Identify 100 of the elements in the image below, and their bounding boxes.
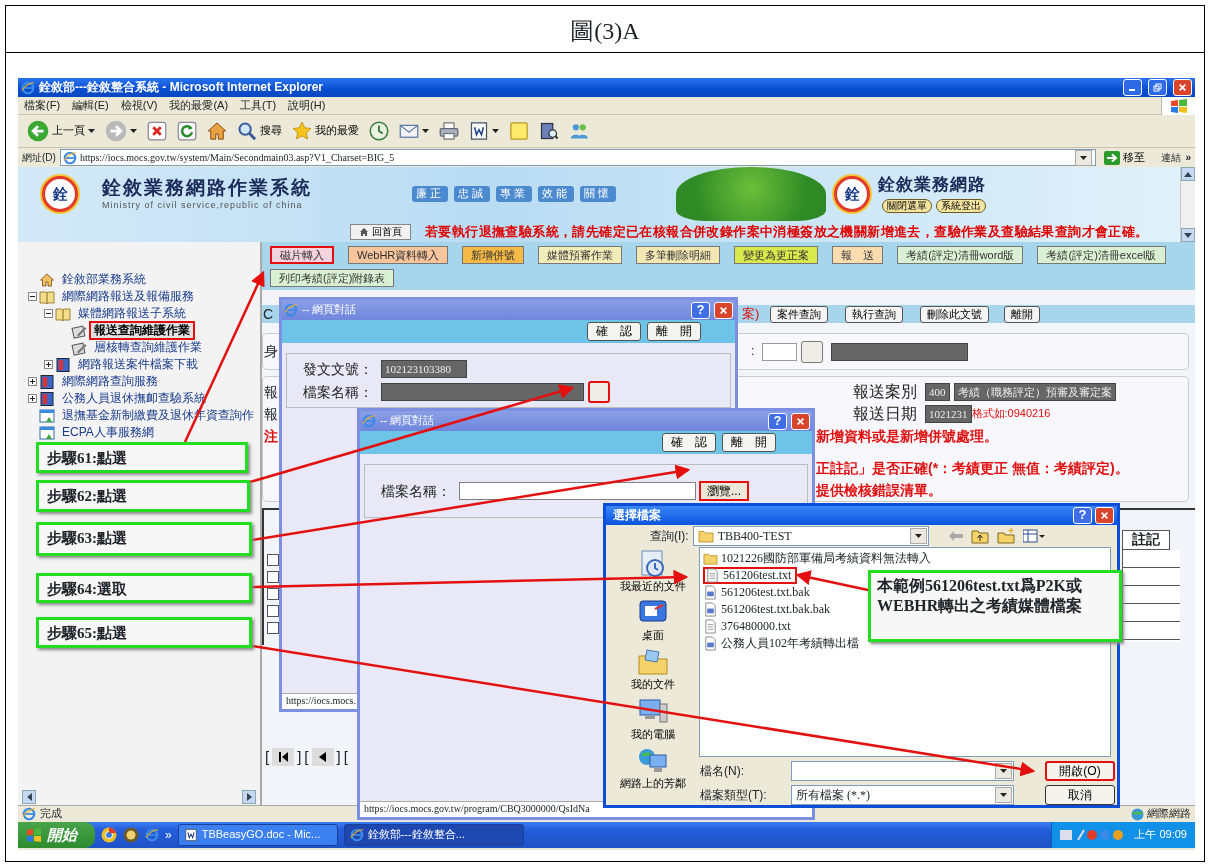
row-checkbox[interactable]: [267, 554, 279, 566]
function-button[interactable]: WebHR資料轉入: [348, 246, 449, 264]
view-menu-icon[interactable]: [1022, 528, 1045, 543]
taskbar-button[interactable]: 銓敘部---銓敘整合...: [343, 824, 524, 846]
file-name-field[interactable]: [791, 761, 1014, 781]
menu-item[interactable]: 說明(H): [282, 98, 332, 113]
file-item[interactable]: 561206test.txt.bak: [703, 584, 814, 601]
cancel-button[interactable]: 取消: [1045, 785, 1115, 805]
confirm-button[interactable]: 確 認: [662, 433, 716, 452]
horizontal-scrollbar[interactable]: [22, 790, 256, 803]
start-button[interactable]: 開始: [18, 822, 95, 848]
function-button[interactable]: 媒體預審作業: [538, 246, 623, 264]
function-button[interactable]: 考績(評定)清冊word版: [897, 246, 1024, 264]
tree-item[interactable]: 網際網路查詢服務: [57, 372, 163, 391]
expand-icon[interactable]: [28, 394, 37, 403]
quick-launch-more[interactable]: »: [165, 827, 172, 843]
file-item[interactable]: 公務人員102年考績轉出檔: [703, 635, 863, 652]
logout-button[interactable]: 系統登出: [936, 199, 986, 214]
open-button[interactable]: 開啟(O): [1045, 761, 1115, 781]
tree-item[interactable]: 層核轉查詢維護作業: [89, 338, 207, 357]
tree-item[interactable]: ECPA人事服務網: [57, 423, 159, 442]
menu-item[interactable]: 我的最愛(A): [163, 98, 235, 113]
dropdown-button[interactable]: [909, 527, 927, 544]
help-button[interactable]: ?: [768, 412, 787, 430]
close-button[interactable]: [1095, 506, 1114, 524]
round-logo-icon[interactable]: [101, 827, 117, 843]
tree-item[interactable]: 銓敘部業務系統: [57, 270, 151, 289]
restore-button[interactable]: [1148, 79, 1167, 96]
help-button[interactable]: ?: [691, 301, 710, 319]
row-checkbox[interactable]: [267, 605, 279, 617]
place-button[interactable]: 網路上的芳鄰: [609, 743, 697, 791]
search-button[interactable]: 搜尋: [234, 119, 285, 143]
vertical-scrollbar[interactable]: [1180, 167, 1195, 242]
action-button[interactable]: 案件查詢: [770, 305, 829, 323]
function-button[interactable]: 考績(評定)清冊excel版: [1037, 246, 1166, 264]
close-button[interactable]: [1173, 79, 1192, 96]
menu-item[interactable]: 工具(T): [234, 98, 283, 113]
favorites-button[interactable]: 我的最愛: [289, 119, 362, 143]
close-menu-button[interactable]: 關閉選單: [882, 199, 932, 214]
browse-button[interactable]: 瀏覽...: [699, 481, 749, 501]
previous-page-icon: [319, 752, 326, 762]
text-field[interactable]: [762, 342, 798, 361]
close-button[interactable]: [791, 412, 810, 430]
close-button[interactable]: [714, 301, 733, 319]
more-links-button[interactable]: »: [1185, 151, 1191, 164]
place-button[interactable]: 我的文件: [609, 645, 697, 693]
file-type-dropdown[interactable]: 所有檔案 (*.*): [791, 785, 1014, 805]
badge-icon[interactable]: [123, 827, 139, 843]
pick-button[interactable]: [801, 340, 824, 363]
dropdown-button[interactable]: [995, 787, 1012, 803]
file-item[interactable]: 376480000.txt: [703, 618, 795, 635]
function-button[interactable]: 變更為更正案: [734, 246, 819, 264]
file-name-field[interactable]: [459, 482, 696, 500]
taskbar-button[interactable]: TBBeasyGO.doc - Mic...: [177, 824, 338, 846]
previous-page-button[interactable]: [311, 748, 334, 766]
address-field[interactable]: https://iocs.mocs.gov.tw/system/Main/Secondmain03.asp?V1_Charset=BIG_5: [59, 149, 1097, 166]
function-button[interactable]: 報 送: [832, 246, 884, 264]
book-icon: [539, 121, 559, 141]
function-button[interactable]: 列印考績(評定)附錄表: [270, 269, 395, 287]
leave-button[interactable]: 離 開: [647, 322, 701, 341]
minimize-button[interactable]: [1123, 79, 1142, 96]
row-checkbox[interactable]: [267, 588, 279, 600]
folder-dropdown[interactable]: TBB400-TEST: [692, 525, 929, 546]
home-page-button[interactable]: 回首頁: [350, 223, 411, 240]
function-button[interactable]: 多筆刪除明細: [636, 246, 721, 264]
function-button[interactable]: 新增併號: [462, 246, 525, 264]
expand-icon[interactable]: [28, 377, 37, 386]
go-button[interactable]: 移至: [1100, 150, 1150, 165]
links-label[interactable]: 連結: [1153, 151, 1182, 164]
up-folder-icon[interactable]: [970, 527, 989, 544]
browser-icon[interactable]: [145, 828, 159, 842]
menu-item[interactable]: 檢視(V): [114, 98, 164, 113]
action-button[interactable]: 刪除此文號: [920, 305, 990, 323]
expand-icon[interactable]: [44, 360, 53, 369]
back-button[interactable]: 上一頁: [24, 118, 98, 144]
tree-item[interactable]: 網路報送案件檔案下載: [73, 355, 203, 374]
help-button[interactable]: ?: [1073, 506, 1092, 524]
first-page-button[interactable]: [272, 748, 295, 766]
row-checkbox[interactable]: [267, 571, 279, 583]
file-item[interactable]: 561206test.txt: [703, 567, 798, 584]
action-button[interactable]: 執行查詢: [845, 305, 904, 323]
menu-item[interactable]: 編輯(E): [66, 98, 115, 113]
place-button[interactable]: 我最近的文件: [609, 547, 697, 595]
tree-item[interactable]: 媒體網路報送子系統: [73, 304, 191, 323]
function-button[interactable]: 磁片轉入: [270, 246, 334, 264]
collapse-icon[interactable]: [28, 292, 37, 301]
confirm-button[interactable]: 確 認: [587, 322, 641, 341]
tree-item[interactable]: 網際網路報送及報備服務: [57, 287, 199, 306]
dropdown-button[interactable]: [1075, 149, 1093, 166]
file-item[interactable]: 561206test.txt.bak.bak: [703, 601, 834, 618]
row-checkbox[interactable]: [267, 622, 279, 634]
menu-item[interactable]: 檔案(F): [18, 98, 67, 113]
leave-button[interactable]: 離 開: [722, 433, 776, 452]
pick-button[interactable]: [588, 381, 610, 403]
figure-title: 圖(3)A: [6, 6, 1204, 53]
file-item[interactable]: 1021226國防部軍備局考績資料無法轉入: [703, 550, 935, 567]
place-button[interactable]: 桌面: [609, 596, 697, 644]
caret-icon: [1080, 155, 1088, 160]
action-button[interactable]: 離開: [1004, 305, 1041, 323]
collapse-icon[interactable]: [44, 309, 53, 318]
